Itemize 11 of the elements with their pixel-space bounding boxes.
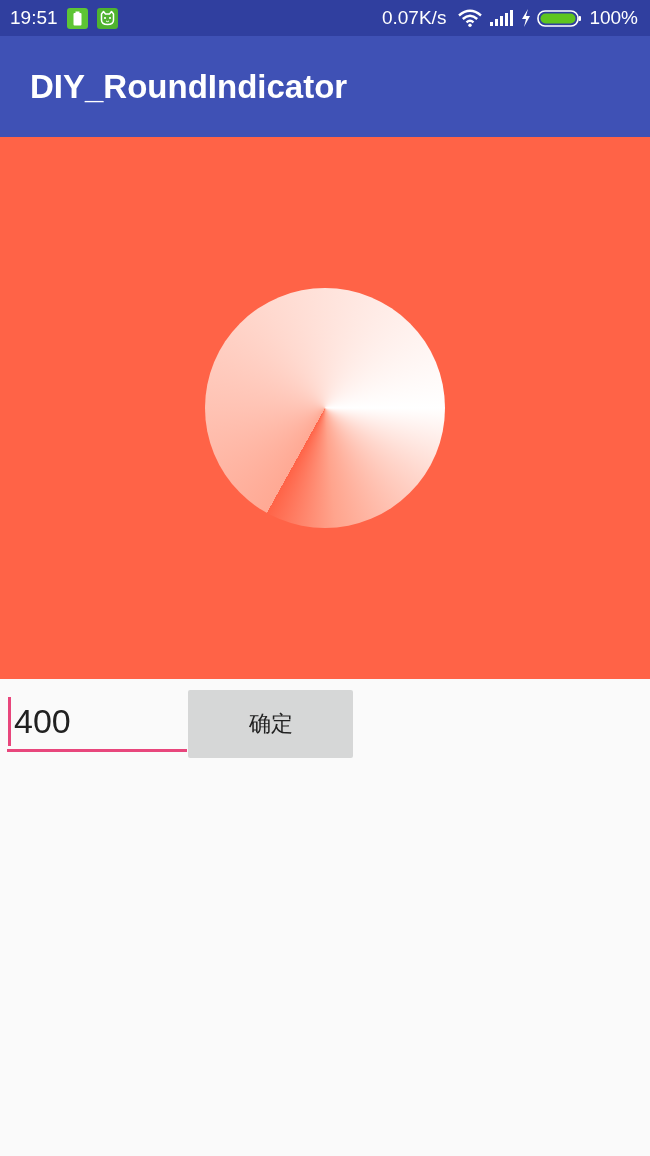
confirm-button[interactable]: 确定 bbox=[188, 690, 353, 758]
cat-face-app-icon bbox=[96, 7, 118, 29]
battery-icon bbox=[537, 9, 582, 27]
network-speed: 0.07K/s bbox=[381, 7, 447, 29]
charging-bolt-icon bbox=[521, 9, 532, 27]
wifi-icon bbox=[458, 9, 483, 27]
app-title: DIY_RoundIndicator bbox=[30, 66, 348, 107]
battery-percent: 100% bbox=[589, 7, 638, 29]
signal-icon bbox=[490, 10, 514, 26]
battery-app-icon bbox=[66, 7, 88, 29]
status-time: 19:51 bbox=[10, 7, 58, 29]
